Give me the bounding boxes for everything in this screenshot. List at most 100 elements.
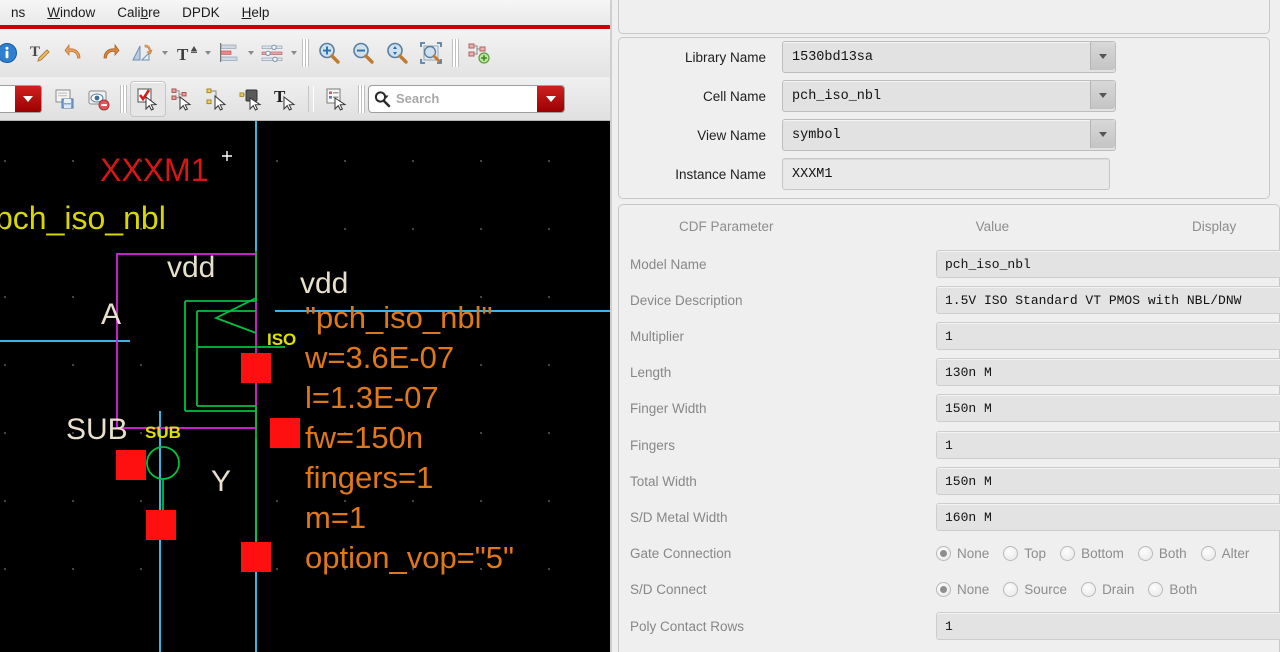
- row-value-input[interactable]: pch_iso_nbl: [936, 250, 1280, 278]
- save-copy-icon[interactable]: [48, 82, 82, 116]
- schematic-canvas[interactable]: XXXM1 pch_iso_nbl vdd vdd A SUB SUB ISO …: [0, 121, 610, 652]
- terminals: [116, 353, 300, 572]
- select-list-cursor-icon[interactable]: [320, 82, 354, 116]
- table-row: Device Description 1.5V ISO Standard VT …: [618, 282, 1280, 318]
- library-name-label: Library Name: [684, 49, 766, 65]
- table-row: Fingers 1: [618, 427, 1280, 463]
- view-name-combo[interactable]: symbol: [782, 119, 1116, 151]
- radio-dot: [1081, 581, 1097, 597]
- hide-view-icon[interactable]: [82, 82, 116, 116]
- row-value-input[interactable]: 1: [936, 612, 1280, 640]
- menu-item-window[interactable]: Window: [36, 2, 106, 23]
- toolbar-separator: [308, 85, 314, 112]
- redo-icon[interactable]: [92, 36, 126, 70]
- row-value-input[interactable]: 1.5V ISO Standard VT PMOS with NBL/DNW: [936, 286, 1280, 314]
- layer-color-combo[interactable]: [0, 84, 42, 113]
- library-name-dropdown-arrow[interactable]: [1090, 42, 1115, 70]
- cell-name-combo[interactable]: pch_iso_nbl: [782, 80, 1116, 112]
- annotation-line-2: l=1.3E-07: [305, 380, 439, 415]
- cell-name-dropdown-arrow[interactable]: [1090, 81, 1115, 109]
- sd-connect-radio-drain[interactable]: Drain: [1081, 581, 1134, 597]
- search-input[interactable]: Search: [368, 84, 565, 113]
- zoom-region-icon[interactable]: [414, 36, 448, 70]
- radio-dot: [1137, 545, 1153, 561]
- row-value-input[interactable]: 150n M: [936, 467, 1280, 495]
- gate-connection-radio-both[interactable]: Both: [1137, 545, 1187, 561]
- gate-connection-radio-alternate[interactable]: Alter: [1200, 545, 1250, 561]
- search-icon: [369, 90, 395, 108]
- row-value-input[interactable]: 160n M: [936, 503, 1280, 531]
- library-name-combo[interactable]: 1530bd13sa: [782, 41, 1116, 73]
- view-name-value: symbol: [792, 127, 841, 143]
- table-row: Poly Contact Rows 1: [618, 608, 1280, 644]
- align-left-dropdown-caret[interactable]: [246, 43, 255, 63]
- row-value-input[interactable]: 1: [936, 431, 1280, 459]
- radio-dot: [1060, 545, 1076, 561]
- zoom-fit-icon[interactable]: [380, 36, 414, 70]
- row-value-input[interactable]: 150n M: [936, 394, 1280, 422]
- row-value-input[interactable]: 1: [936, 322, 1280, 350]
- hierarchy-add-icon[interactable]: [462, 36, 496, 70]
- menu-item-help[interactable]: Help: [231, 2, 281, 23]
- annotation-line-5: m=1: [305, 500, 366, 535]
- row-value-input[interactable]: 130n M: [936, 358, 1280, 386]
- text-edit-icon[interactable]: T: [24, 36, 58, 70]
- sd-connect-radio-both[interactable]: Both: [1148, 581, 1197, 597]
- field-cell-name: Cell Name pch_iso_nbl: [618, 80, 1116, 112]
- undo-icon[interactable]: [58, 36, 92, 70]
- align-left-icon[interactable]: [212, 36, 246, 70]
- radio-label: Source: [1024, 581, 1068, 597]
- info-icon[interactable]: [0, 36, 24, 70]
- terminal-sub: [146, 510, 176, 540]
- gate-pin-text: A: [101, 298, 121, 331]
- toolbar-grip-2[interactable]: [452, 39, 459, 67]
- annotation-line-3: fw=150n: [305, 420, 423, 455]
- primary-toolbar: T T: [0, 29, 610, 78]
- radio-dot: [1003, 581, 1019, 597]
- menu-item-options-label: ns: [11, 5, 26, 20]
- select-check-cursor-icon[interactable]: [130, 80, 166, 117]
- sd-connect-radio-none[interactable]: None: [936, 581, 989, 597]
- flip-icon[interactable]: [126, 36, 160, 70]
- select-net-cursor-icon[interactable]: [166, 82, 200, 116]
- distribute-dropdown-caret[interactable]: [289, 43, 298, 63]
- search-dropdown-arrow[interactable]: [537, 85, 564, 112]
- sd-connect-radio-source[interactable]: Source: [1003, 581, 1068, 597]
- terminal-iso: [270, 418, 300, 448]
- toolbar-grip[interactable]: [302, 39, 309, 67]
- toolbar-grip-4[interactable]: [358, 84, 365, 113]
- view-name-dropdown-arrow[interactable]: [1090, 120, 1115, 148]
- select-pin-cursor-icon[interactable]: [200, 82, 234, 116]
- table-row: Length 130n M: [618, 354, 1280, 390]
- align-text-dropdown-caret[interactable]: [203, 43, 212, 63]
- radio-label: Alter: [1221, 545, 1250, 561]
- toolbar-grip-3[interactable]: [120, 84, 127, 113]
- row-label: Finger Width: [630, 400, 707, 416]
- instance-name-input[interactable]: XXXM1: [782, 158, 1110, 190]
- menu-item-dpdk[interactable]: DPDK: [171, 2, 231, 23]
- sd-connect-radio-group: None Source Drain Both: [936, 581, 1211, 597]
- svg-text:T: T: [177, 45, 189, 64]
- gate-connection-radio-bottom[interactable]: Bottom: [1060, 545, 1124, 561]
- gate-connection-radio-group: None Top Bottom Both Alter: [936, 545, 1263, 561]
- zoom-out-icon[interactable]: [346, 36, 380, 70]
- zoom-in-icon[interactable]: [312, 36, 346, 70]
- layer-color-combo-arrow[interactable]: [15, 85, 41, 112]
- select-text-cursor-icon[interactable]: T: [268, 82, 302, 116]
- distribute-icon[interactable]: [255, 36, 289, 70]
- field-library-name: Library Name 1530bd13sa: [618, 41, 1116, 73]
- radio-label: Both: [1158, 545, 1187, 561]
- menu-item-calibre[interactable]: Calibre: [106, 2, 171, 23]
- sub-pin-text: SUB: [66, 413, 128, 446]
- align-text-icon[interactable]: T: [169, 36, 203, 70]
- row-label: Total Width: [630, 473, 697, 489]
- gate-connection-radio-top[interactable]: Top: [1003, 545, 1046, 561]
- radio-label: Bottom: [1081, 545, 1124, 561]
- menu-item-options[interactable]: ns: [0, 2, 36, 23]
- instance-name-label: Instance Name: [675, 166, 766, 182]
- menu-item-dpdk-label: DPDK: [182, 5, 220, 20]
- flip-dropdown-caret[interactable]: [160, 43, 169, 63]
- radio-label: None: [957, 545, 990, 561]
- gate-connection-radio-none[interactable]: None: [936, 545, 990, 561]
- select-instance-cursor-icon[interactable]: [234, 82, 268, 116]
